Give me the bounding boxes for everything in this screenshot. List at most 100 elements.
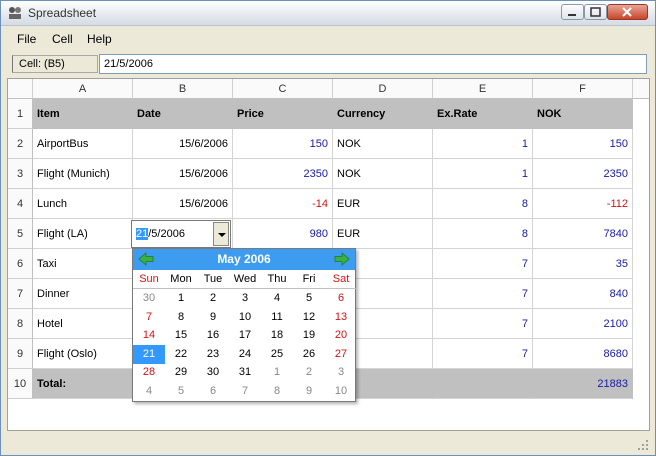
calendar-day[interactable]: 17 [229, 326, 261, 345]
row-header-4[interactable]: 4 [8, 189, 33, 219]
calendar-day[interactable]: 19 [293, 326, 325, 345]
calendar-day[interactable]: 30 [133, 289, 165, 308]
row-header-3[interactable]: 3 [8, 159, 33, 189]
header-cell-a[interactable]: Item [33, 99, 133, 129]
table-cell[interactable]: 2100 [533, 309, 633, 339]
row-header-6[interactable]: 6 [8, 249, 33, 279]
table-cell[interactable]: 15/6/2006 [133, 159, 233, 189]
column-header-f[interactable]: F [533, 79, 633, 99]
table-cell[interactable]: Hotel [33, 309, 133, 339]
table-cell[interactable]: 1 [433, 129, 533, 159]
table-cell[interactable]: 15/6/2006 [133, 189, 233, 219]
calendar-day[interactable]: 30 [197, 363, 229, 382]
column-header-c[interactable]: C [233, 79, 333, 99]
calendar-day[interactable]: 1 [261, 363, 293, 382]
table-cell[interactable]: 7840 [533, 219, 633, 249]
table-cell[interactable]: 980 [233, 219, 333, 249]
header-cell-d[interactable]: Currency [333, 99, 433, 129]
table-cell[interactable]: NOK [333, 129, 433, 159]
total-label[interactable]: Total: [33, 369, 133, 399]
table-cell[interactable]: EUR [333, 219, 433, 249]
maximize-button[interactable] [584, 4, 607, 20]
cell-value-input[interactable]: 21/5/2006 [99, 54, 647, 74]
table-cell[interactable]: 35 [533, 249, 633, 279]
calendar-day[interactable]: 5 [293, 289, 325, 308]
calendar-day[interactable]: 18 [261, 326, 293, 345]
table-cell[interactable]: 2350 [533, 159, 633, 189]
table-cell[interactable]: 2350 [233, 159, 333, 189]
table-cell[interactable]: EUR [333, 189, 433, 219]
table-cell[interactable]: 150 [533, 129, 633, 159]
calendar-day[interactable]: 21 [133, 344, 165, 364]
calendar-day[interactable]: 16 [197, 326, 229, 345]
close-button[interactable] [607, 4, 648, 20]
row-header-5[interactable]: 5 [8, 219, 33, 249]
calendar-day[interactable]: 26 [293, 345, 325, 364]
table-cell[interactable]: AirportBus [33, 129, 133, 159]
calendar-day[interactable]: 20 [325, 326, 357, 345]
total-cell[interactable] [433, 369, 533, 399]
row-header-2[interactable]: 2 [8, 129, 33, 159]
header-cell-b[interactable]: Date [133, 99, 233, 129]
date-editor-text[interactable]: 21/5/2006 [136, 228, 185, 240]
calendar-day[interactable]: 15 [165, 326, 197, 345]
row-header-10[interactable]: 10 [8, 369, 33, 399]
menu-help[interactable]: Help [87, 32, 112, 46]
minimize-button[interactable] [561, 4, 584, 20]
table-cell[interactable]: 8680 [533, 339, 633, 369]
calendar-day[interactable]: 4 [133, 382, 165, 401]
calendar-day[interactable]: 8 [261, 382, 293, 401]
calendar-day[interactable]: 25 [261, 345, 293, 364]
title-bar[interactable]: Spreadsheet [1, 1, 655, 26]
table-cell[interactable]: Lunch [33, 189, 133, 219]
calendar-day[interactable]: 2 [293, 363, 325, 382]
calendar-day[interactable]: 14 [133, 326, 165, 345]
table-cell[interactable]: Taxi [33, 249, 133, 279]
column-header-a[interactable]: A [33, 79, 133, 99]
table-cell[interactable]: Flight (Munich) [33, 159, 133, 189]
calendar-day[interactable]: 7 [229, 382, 261, 401]
menu-cell[interactable]: Cell [52, 32, 73, 46]
next-month-icon[interactable] [334, 252, 350, 266]
calendar-day[interactable]: 2 [197, 289, 229, 308]
column-header-b[interactable]: B [133, 79, 233, 99]
table-cell[interactable]: NOK [333, 159, 433, 189]
calendar-day[interactable]: 6 [325, 289, 357, 308]
row-header-9[interactable]: 9 [8, 339, 33, 369]
resize-grip-icon[interactable] [637, 439, 649, 451]
calendar-day[interactable]: 23 [197, 345, 229, 364]
calendar-day[interactable]: 6 [197, 382, 229, 401]
table-cell[interactable]: Dinner [33, 279, 133, 309]
table-cell[interactable]: Flight (LA) [33, 219, 133, 249]
dropdown-arrow-button[interactable] [213, 222, 229, 246]
calendar-day[interactable]: 22 [165, 345, 197, 364]
calendar-day[interactable]: 8 [165, 308, 197, 327]
row-header-7[interactable]: 7 [8, 279, 33, 309]
header-cell-f[interactable]: NOK [533, 99, 633, 129]
calendar-day[interactable]: 11 [261, 308, 293, 327]
calendar-day[interactable]: 3 [325, 363, 357, 382]
calendar-day[interactable]: 10 [325, 382, 357, 401]
column-header-d[interactable]: D [333, 79, 433, 99]
row-header-1[interactable]: 1 [8, 99, 33, 129]
calendar-day[interactable]: 4 [261, 289, 293, 308]
calendar-day[interactable]: 5 [165, 382, 197, 401]
table-cell[interactable]: 7 [433, 279, 533, 309]
calendar-day[interactable]: 12 [293, 308, 325, 327]
column-header-e[interactable]: E [433, 79, 533, 99]
table-cell[interactable]: -112 [533, 189, 633, 219]
total-value[interactable]: 21883 [533, 369, 633, 399]
table-cell[interactable]: 150 [233, 129, 333, 159]
calendar-day[interactable]: 3 [229, 289, 261, 308]
table-cell[interactable]: 15/6/2006 [133, 129, 233, 159]
table-cell[interactable]: 8 [433, 219, 533, 249]
table-cell[interactable]: 7 [433, 249, 533, 279]
table-cell[interactable]: 840 [533, 279, 633, 309]
table-cell[interactable]: Flight (Oslo) [33, 339, 133, 369]
table-cell[interactable]: 8 [433, 189, 533, 219]
table-cell[interactable]: -14 [233, 189, 333, 219]
calendar-day[interactable]: 9 [293, 382, 325, 401]
calendar-day[interactable]: 24 [229, 345, 261, 364]
header-cell-e[interactable]: Ex.Rate [433, 99, 533, 129]
calendar-day[interactable]: 7 [133, 308, 165, 327]
